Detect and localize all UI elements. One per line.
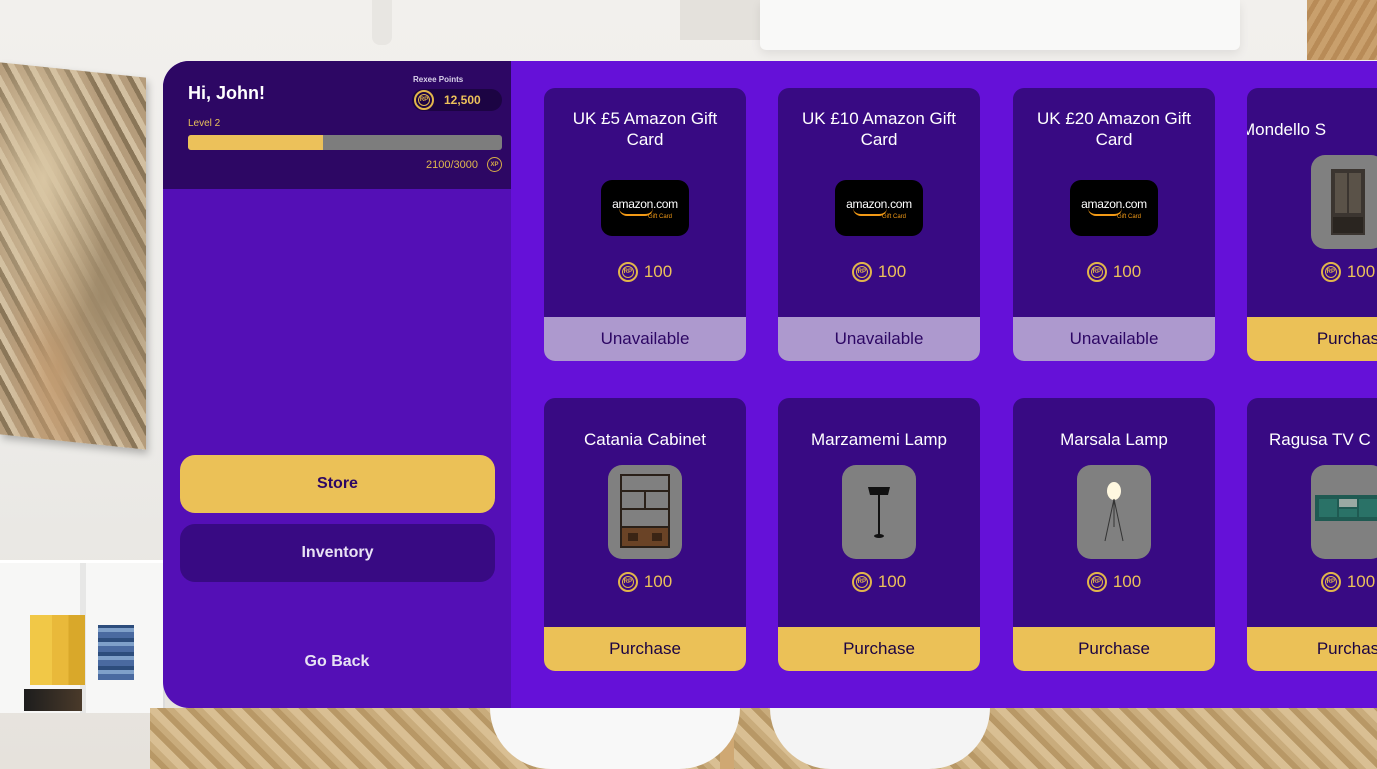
amazon-gift-card-logo: amazon.com Gift Card <box>601 180 689 236</box>
store-item-card: Ragusa TV C 100 Purchas <box>1247 398 1377 671</box>
books <box>30 615 85 685</box>
price-value: 100 <box>877 262 907 281</box>
unavailable-button[interactable]: Unavailable <box>778 317 980 361</box>
price-value: 100 <box>877 572 907 591</box>
points-value: 12,500 <box>444 93 481 107</box>
store-grid: UK £5 Amazon Gift Card amazon.com Gift C… <box>511 61 1377 708</box>
amazon-sub: Gift Card <box>881 213 906 220</box>
rp-coin-icon <box>1320 572 1341 592</box>
store-item-card: UK £5 Amazon Gift Card amazon.com Gift C… <box>544 88 746 361</box>
rp-coin-icon <box>1086 262 1107 282</box>
item-title: UK £10 Amazon Gift Card <box>801 109 957 149</box>
item-price: 100 <box>778 262 980 282</box>
xp-progress-fill <box>188 135 324 150</box>
rp-coin-icon <box>851 572 872 592</box>
item-title: Mondello S <box>1247 120 1327 139</box>
item-title: Catania Cabinet <box>584 430 706 449</box>
rp-coin-icon <box>1320 262 1341 282</box>
rp-coin-icon <box>851 262 872 282</box>
item-price: 100 <box>1013 262 1215 282</box>
price-value: 100 <box>643 262 673 281</box>
item-price: 100 <box>1247 572 1377 592</box>
amazon-sub: Gift Card <box>1116 213 1141 220</box>
xp-progress-bar <box>188 135 502 150</box>
price-value: 100 <box>1346 262 1376 281</box>
bookcase-cabinet-image <box>608 465 682 559</box>
purchase-button[interactable]: Purchas <box>1247 627 1377 671</box>
store-panel: Hi, John! Level 2 Rexee Points 12,500 21… <box>163 61 1377 708</box>
inventory-button[interactable]: Inventory <box>180 524 495 582</box>
price-value: 100 <box>643 572 673 591</box>
purchase-button[interactable]: Purchas <box>1247 317 1377 361</box>
unavailable-button[interactable]: Unavailable <box>544 317 746 361</box>
amazon-tld: .com <box>1122 196 1147 211</box>
wood-panel <box>1307 0 1377 60</box>
ceiling-pipe <box>372 0 392 45</box>
amazon-gift-card-logo: amazon.com Gift Card <box>835 180 923 236</box>
white-chair <box>770 708 990 769</box>
price-value: 100 <box>1112 572 1142 591</box>
level-label: Level 2 <box>188 118 221 129</box>
store-item-card: Marsala Lamp 100 Purchase <box>1013 398 1215 671</box>
rp-coin-icon <box>1086 572 1107 592</box>
item-price: 100 <box>544 262 746 282</box>
store-item-card: Marzamemi Lamp 100 Purchase <box>778 398 980 671</box>
wood-floor <box>150 708 1377 769</box>
white-chair <box>490 708 740 769</box>
purchase-button[interactable]: Purchase <box>778 627 980 671</box>
go-back-button[interactable]: Go Back <box>163 653 511 671</box>
xp-icon: XP <box>487 157 502 172</box>
rp-coin-icon <box>617 262 638 282</box>
purchase-button[interactable]: Purchase <box>1013 627 1215 671</box>
amazon-tld: .com <box>653 196 678 211</box>
ceiling-beam <box>680 0 760 40</box>
rp-coin-icon <box>414 90 434 110</box>
item-title: Marsala Lamp <box>1060 430 1168 449</box>
price-value: 100 <box>1346 572 1376 591</box>
item-title: Ragusa TV C <box>1269 430 1371 449</box>
purchase-button[interactable]: Purchase <box>544 627 746 671</box>
store-item-card: Catania Cabinet 100 Purchase <box>544 398 746 671</box>
abstract-painting <box>0 62 146 450</box>
books <box>24 689 82 711</box>
profile-header: Hi, John! Level 2 Rexee Points 12,500 21… <box>163 61 511 189</box>
item-price: 100 <box>1247 262 1377 282</box>
books <box>98 625 134 680</box>
store-item-card: UK £20 Amazon Gift Card amazon.com Gift … <box>1013 88 1215 361</box>
item-price: 100 <box>778 572 980 592</box>
amazon-gift-card-logo: amazon.com Gift Card <box>1070 180 1158 236</box>
item-title: Marzamemi Lamp <box>810 430 948 449</box>
sidebar: Hi, John! Level 2 Rexee Points 12,500 21… <box>163 61 511 708</box>
store-item-card: Mondello S 100 Purchas <box>1247 88 1377 361</box>
item-title: UK £5 Amazon Gift Card <box>572 109 718 149</box>
unavailable-button[interactable]: Unavailable <box>1013 317 1215 361</box>
item-price: 100 <box>1013 572 1215 592</box>
bookshelf <box>0 560 165 713</box>
store-item-card: UK £10 Amazon Gift Card amazon.com Gift … <box>778 88 980 361</box>
xp-text: 2100/3000 <box>426 159 478 171</box>
tripod-lamp-image <box>1077 465 1151 559</box>
floor-lamp-image <box>842 465 916 559</box>
store-button[interactable]: Store <box>180 455 495 513</box>
item-price: 100 <box>544 572 746 592</box>
points-label: Rexee Points <box>413 75 464 84</box>
cabinet-glass-image <box>1311 155 1377 249</box>
item-title: UK £20 Amazon Gift Card <box>1036 109 1192 149</box>
price-value: 100 <box>1112 262 1142 281</box>
ceiling-light <box>760 0 1240 50</box>
tv-cabinet-image <box>1311 465 1377 559</box>
rp-coin-icon <box>617 572 638 592</box>
amazon-sub: Gift Card <box>647 213 672 220</box>
greeting: Hi, John! <box>188 83 265 103</box>
amazon-tld: .com <box>887 196 912 211</box>
points-balance: 12,500 <box>412 89 502 111</box>
